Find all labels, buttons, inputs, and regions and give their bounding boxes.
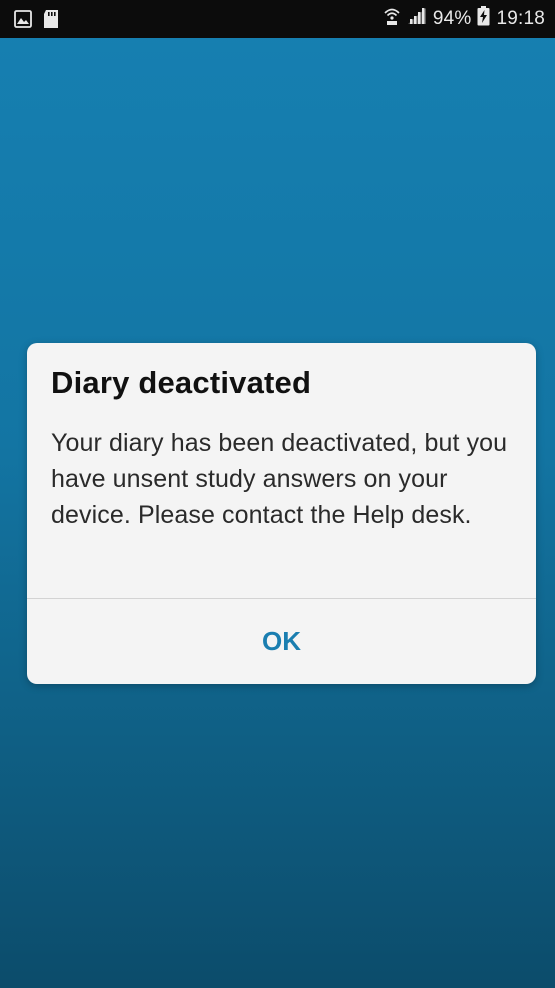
status-bar-left bbox=[14, 9, 60, 34]
signal-icon bbox=[407, 7, 427, 31]
status-time: 19:18 bbox=[496, 8, 545, 29]
battery-charging-icon bbox=[477, 6, 490, 32]
wifi-calling-icon bbox=[383, 6, 401, 32]
ok-button[interactable]: OK bbox=[27, 599, 536, 684]
battery-percent: 94% bbox=[432, 8, 472, 29]
status-bar-right: 94% 19:18 bbox=[383, 0, 545, 38]
status-bar: 94% 19:18 bbox=[0, 0, 555, 38]
alert-dialog: Diary deactivated Your diary has been de… bbox=[27, 343, 536, 684]
app-screen: 94% 19:18 Diary deactivated Your diary h… bbox=[0, 0, 555, 988]
dialog-title: Diary deactivated bbox=[51, 365, 312, 400]
sd-card-icon bbox=[42, 9, 60, 34]
dialog-message: Your diary has been deactivated, but you… bbox=[51, 429, 508, 529]
image-icon bbox=[14, 10, 32, 33]
